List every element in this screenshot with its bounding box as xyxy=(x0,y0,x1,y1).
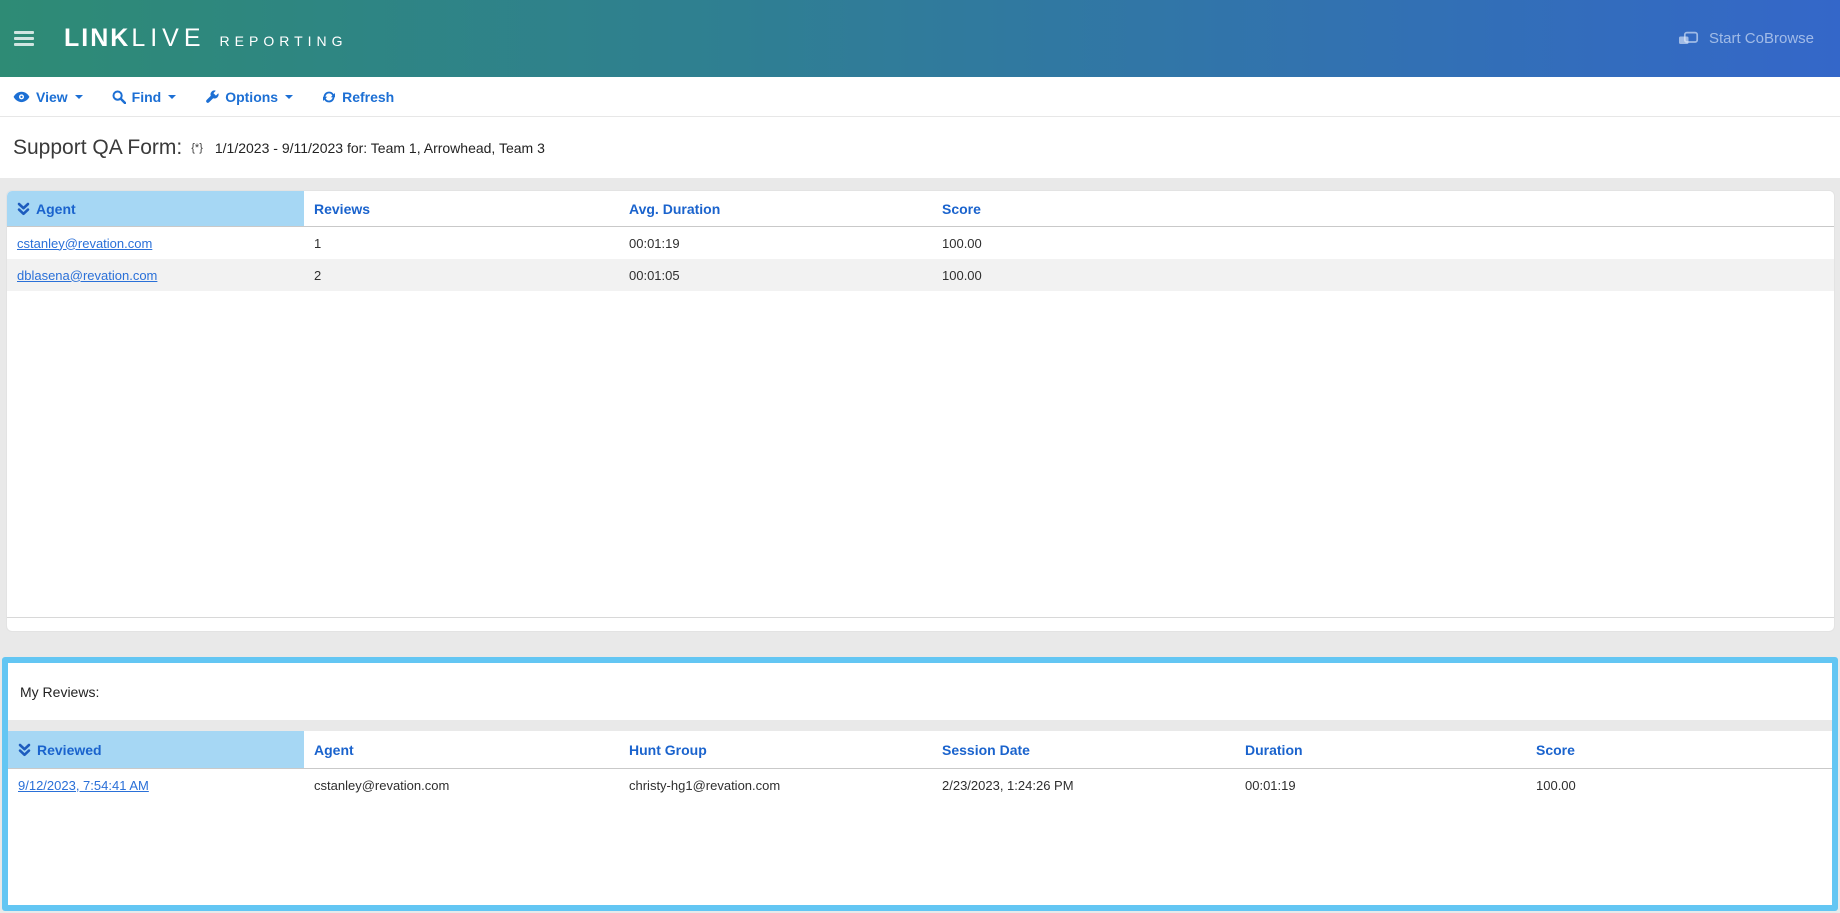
column-header-session-date[interactable]: Session Date xyxy=(932,731,1235,768)
table-empty-area xyxy=(7,291,1834,617)
column-header-reviewed[interactable]: Reviewed xyxy=(8,731,304,768)
column-header-label: Score xyxy=(1536,742,1575,758)
app-logo: LINK LIVE REPORTING xyxy=(64,24,348,53)
duration-value: 00:01:19 xyxy=(1235,769,1526,801)
column-header-agent[interactable]: Agent xyxy=(304,731,619,768)
agents-panel: Agent Reviews Avg. Duration Score cstanl… xyxy=(6,190,1835,632)
chevron-down-icon xyxy=(168,95,176,99)
view-menu-button[interactable]: View xyxy=(13,89,83,105)
score-value: 100.00 xyxy=(932,259,1834,291)
sort-descending-icon xyxy=(18,743,31,757)
options-menu-label: Options xyxy=(225,89,278,105)
hunt-group-value: christy-hg1@revation.com xyxy=(619,769,932,801)
eye-icon xyxy=(13,91,30,103)
view-menu-label: View xyxy=(36,89,68,105)
column-header-label: Agent xyxy=(36,201,76,217)
review-timestamp-link[interactable]: 9/12/2023, 7:54:41 AM xyxy=(18,778,149,793)
refresh-label: Refresh xyxy=(342,89,394,105)
cobrowse-screens-icon xyxy=(1678,31,1699,47)
search-icon xyxy=(112,90,126,104)
options-menu-button[interactable]: Options xyxy=(205,89,293,105)
my-reviews-table: Reviewed Agent Hunt Group Session Date D… xyxy=(8,731,1832,801)
report-range-subtitle: 1/1/2023 - 9/11/2023 for: Team 1, Arrowh… xyxy=(215,140,545,156)
column-header-label: Reviews xyxy=(314,201,370,217)
score-value: 100.00 xyxy=(1526,769,1832,801)
avg-duration-value: 00:01:19 xyxy=(619,227,932,259)
logo-text-live: LIVE xyxy=(131,24,205,53)
agent-link[interactable]: dblasena@revation.com xyxy=(17,268,157,283)
column-header-label: Score xyxy=(942,201,981,217)
column-header-agent[interactable]: Agent xyxy=(7,191,304,226)
column-header-label: Session Date xyxy=(942,742,1030,758)
logo-text-reporting: REPORTING xyxy=(220,33,348,49)
column-header-label: Agent xyxy=(314,742,354,758)
section-divider xyxy=(8,720,1832,731)
column-header-avg-duration[interactable]: Avg. Duration xyxy=(619,191,932,226)
my-reviews-header-row: Reviewed Agent Hunt Group Session Date D… xyxy=(8,731,1832,769)
column-header-label: Reviewed xyxy=(37,742,102,758)
avg-duration-value: 00:01:05 xyxy=(619,259,932,291)
column-header-reviews[interactable]: Reviews xyxy=(304,191,619,226)
report-title-bar: Support QA Form: {*} 1/1/2023 - 9/11/202… xyxy=(0,117,1840,178)
table-row: dblasena@revation.com 2 00:01:05 100.00 xyxy=(7,259,1834,291)
column-header-duration[interactable]: Duration xyxy=(1235,731,1526,768)
table-row: cstanley@revation.com 1 00:01:19 100.00 xyxy=(7,227,1834,259)
cobrowse-label: Start CoBrowse xyxy=(1709,30,1814,47)
chevron-down-icon xyxy=(75,95,83,99)
reviews-value: 2 xyxy=(304,259,619,291)
report-toolbar: View Find Options xyxy=(0,77,1840,117)
my-reviews-panel: My Reviews: Reviewed Agent xyxy=(2,657,1838,911)
logo-text-link: LINK xyxy=(64,24,130,53)
refresh-button[interactable]: Refresh xyxy=(322,89,394,105)
find-menu-label: Find xyxy=(132,89,162,105)
title-badge: {*} xyxy=(191,142,203,154)
session-date-value: 2/23/2023, 1:24:26 PM xyxy=(932,769,1235,801)
agent-link[interactable]: cstanley@revation.com xyxy=(17,236,152,251)
column-header-hunt-group[interactable]: Hunt Group xyxy=(619,731,932,768)
find-menu-button[interactable]: Find xyxy=(112,89,177,105)
score-value: 100.00 xyxy=(932,227,1834,259)
my-reviews-label: My Reviews: xyxy=(20,684,99,700)
column-header-label: Duration xyxy=(1245,742,1303,758)
reviews-value: 1 xyxy=(304,227,619,259)
column-header-score[interactable]: Score xyxy=(932,191,1834,226)
app-header: LINK LIVE REPORTING Start CoBrowse xyxy=(0,0,1840,77)
column-header-score[interactable]: Score xyxy=(1526,731,1832,768)
chevron-down-icon xyxy=(285,95,293,99)
my-reviews-label-area: My Reviews: xyxy=(8,663,1832,720)
table-empty-area xyxy=(8,801,1832,905)
page-title: Support QA Form: xyxy=(13,136,182,160)
column-header-label: Avg. Duration xyxy=(629,201,720,217)
app-window: LINK LIVE REPORTING Start CoBrowse xyxy=(0,0,1840,911)
wrench-icon xyxy=(205,90,219,104)
refresh-icon xyxy=(322,90,336,104)
menu-icon[interactable] xyxy=(14,31,34,46)
table-row: 9/12/2023, 7:54:41 AM cstanley@revation.… xyxy=(8,769,1832,801)
start-cobrowse-button[interactable]: Start CoBrowse xyxy=(1678,30,1814,47)
agents-table: Agent Reviews Avg. Duration Score cstanl… xyxy=(7,191,1834,618)
agents-table-header-row: Agent Reviews Avg. Duration Score xyxy=(7,191,1834,227)
column-header-label: Hunt Group xyxy=(629,742,707,758)
agent-value: cstanley@revation.com xyxy=(304,769,619,801)
sort-descending-icon xyxy=(17,202,30,216)
